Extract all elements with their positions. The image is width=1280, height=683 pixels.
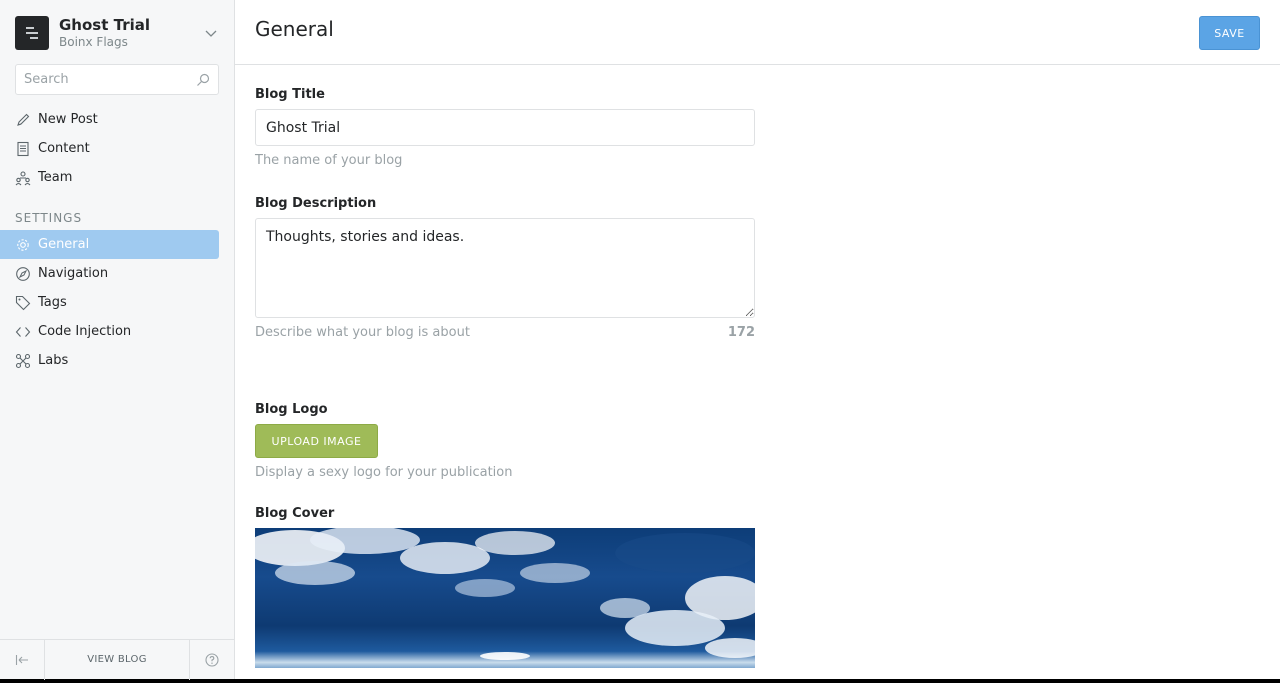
blog-title-help: The name of your blog (255, 153, 403, 168)
nav-item-labs[interactable]: Labs (0, 346, 219, 375)
blog-name: Ghost Trial (59, 16, 151, 34)
character-counter: 172 (727, 325, 755, 340)
collapse-sidebar-button[interactable] (0, 639, 45, 680)
blog-cover-label: Blog Cover (255, 506, 335, 521)
tag-icon (15, 295, 31, 310)
search-icon[interactable] (196, 73, 210, 87)
blog-menu-toggle[interactable]: Ghost Trial Boinx Flags (15, 15, 220, 51)
nav-item-general[interactable]: General (0, 230, 219, 259)
nav-item-label: Content (38, 141, 90, 156)
nav-item-label: Code Injection (38, 324, 132, 339)
blog-cover-image[interactable] (255, 528, 755, 668)
nav-item-navigation[interactable]: Navigation (0, 259, 219, 288)
team-icon (15, 170, 31, 185)
main-nav: New Post Content Team (0, 105, 219, 192)
blog-logo-help: Display a sexy logo for your publication (255, 465, 513, 480)
sidebar: Ghost Trial Boinx Flags New Post (0, 0, 235, 680)
nav-item-team[interactable]: Team (0, 163, 219, 192)
page-title: General (255, 17, 334, 41)
blog-description-help: Describe what your blog is about (255, 325, 470, 340)
document-icon (17, 141, 29, 156)
labs-icon (15, 353, 31, 368)
compass-icon (16, 266, 30, 281)
nav-item-code-injection[interactable]: Code Injection (0, 317, 219, 346)
pencil-icon (17, 113, 30, 126)
settings-section-label: SETTINGS (15, 211, 83, 225)
code-icon (15, 326, 31, 337)
nav-item-label: New Post (38, 112, 98, 127)
nav-item-content[interactable]: Content (0, 134, 219, 163)
blog-logo-icon (15, 16, 49, 50)
help-button[interactable] (189, 639, 234, 680)
blog-title-input[interactable] (255, 109, 755, 146)
collapse-sidebar-icon (15, 654, 28, 665)
ghost-admin-app: Ghost Trial Boinx Flags New Post (0, 0, 1280, 680)
settings-nav: General Navigation Tags Code Injection L… (0, 230, 219, 375)
blog-logo-label: Blog Logo (255, 402, 328, 417)
blog-description-textarea[interactable]: Thoughts, stories and ideas. (255, 218, 755, 318)
chevron-down-icon (205, 30, 217, 37)
upload-image-button[interactable]: UPLOAD IMAGE (255, 424, 378, 458)
gear-icon (17, 238, 29, 251)
cloud-sky-image (255, 528, 755, 660)
sidebar-footer: VIEW BLOG (0, 639, 234, 680)
general-settings-form: Blog Title The name of your blog Blog De… (255, 87, 755, 668)
search-input[interactable] (24, 72, 196, 87)
view-blog-link[interactable]: VIEW BLOG (45, 654, 189, 665)
nav-item-label: Navigation (38, 266, 109, 281)
main-content: General SAVE Blog Title The name of your… (235, 0, 1280, 679)
nav-item-label: General (38, 237, 90, 252)
user-name: Boinx Flags (59, 35, 128, 49)
nav-item-label: Tags (38, 295, 67, 310)
nav-item-tags[interactable]: Tags (0, 288, 219, 317)
help-icon (205, 652, 219, 667)
blog-description-label: Blog Description (255, 196, 377, 211)
nav-item-label: Labs (38, 353, 69, 368)
search-box (15, 64, 219, 95)
blog-description-help-row: Describe what your blog is about 172 (255, 325, 755, 340)
blog-title-label: Blog Title (255, 87, 325, 102)
nav-item-new-post[interactable]: New Post (0, 105, 219, 134)
nav-item-label: Team (38, 170, 73, 185)
page-header: General SAVE (235, 0, 1280, 65)
save-button[interactable]: SAVE (1199, 16, 1260, 50)
